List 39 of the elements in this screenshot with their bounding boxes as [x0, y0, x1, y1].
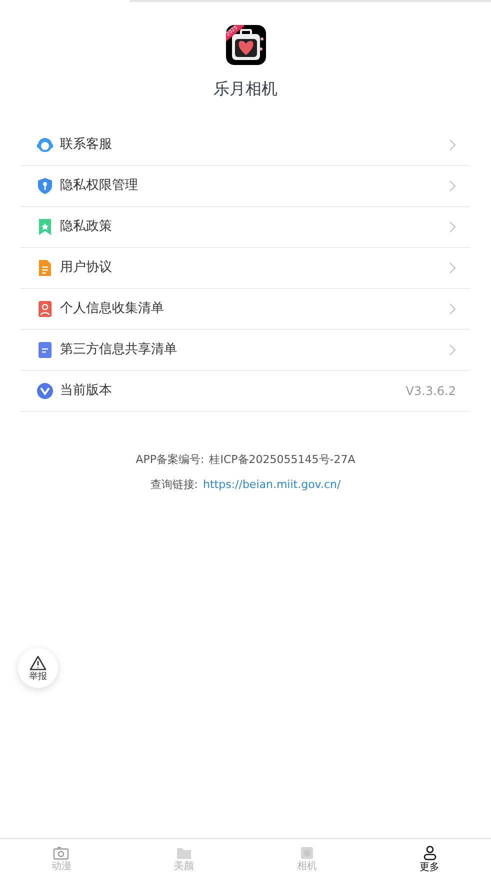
folder-icon	[176, 846, 192, 860]
menu-item[interactable]: 联系客服	[21, 125, 470, 166]
menu-item[interactable]: 隐私政策	[21, 207, 470, 248]
chevron-right-icon	[449, 221, 456, 233]
shield-icon	[37, 177, 53, 195]
menu-label: 个人信息收集清单	[60, 300, 165, 318]
query-link[interactable]: https://beian.miit.gov.cn/	[203, 476, 341, 493]
menu-item[interactable]: 用户协议	[21, 248, 470, 289]
version-icon	[37, 383, 53, 399]
document-icon	[38, 259, 52, 277]
chevron-right-icon	[449, 344, 456, 356]
chevron-right-icon	[449, 262, 456, 274]
query-label: 查询链接:	[150, 476, 198, 492]
menu-label: 隐私权限管理	[60, 177, 139, 196]
report-button[interactable]: 举报	[18, 648, 58, 688]
menu-item[interactable]: 第三方信息共享清单	[21, 330, 470, 371]
chevron-right-icon	[449, 180, 456, 192]
menu-label: 联系客服	[60, 136, 113, 154]
tab[interactable]: 更多	[368, 839, 491, 878]
square-icon	[300, 846, 314, 860]
menu-item[interactable]: 隐私权限管理	[21, 166, 470, 207]
menu-item[interactable]: 个人信息收集清单	[21, 289, 470, 330]
camera-icon	[53, 846, 70, 860]
warning-icon	[29, 654, 47, 670]
user-icon	[422, 844, 437, 860]
chevron-right-icon	[449, 303, 456, 315]
chevron-right-icon	[449, 139, 456, 151]
person-card-icon	[38, 300, 52, 318]
menu-label: 第三方信息共享清单	[60, 341, 178, 360]
document-icon	[38, 341, 52, 359]
record-number: 桂ICP备2025055145号-27A	[209, 452, 356, 468]
menu-label: 当前版本	[60, 382, 113, 400]
record-label: APP备案编号:	[136, 452, 204, 468]
version-number: V3.3.6.2	[406, 383, 456, 400]
menu-label: 用户协议	[60, 259, 113, 278]
bookmark-icon	[38, 218, 52, 236]
app-name: 乐月相机	[214, 78, 278, 100]
app-logo	[226, 25, 266, 65]
menu-label: 隐私政策	[60, 218, 113, 236]
